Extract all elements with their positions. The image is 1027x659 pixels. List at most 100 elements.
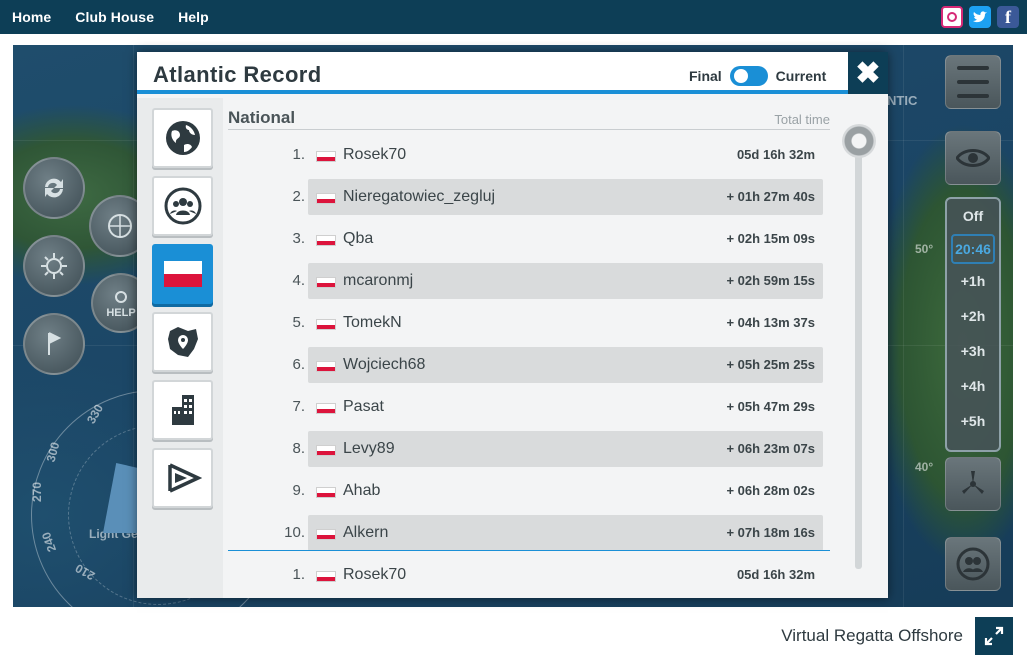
row-rank: 2. — [292, 188, 305, 205]
row-time: + 07h 18m 16s — [726, 525, 815, 540]
row-player-name: Qba — [343, 230, 374, 247]
leaderboard-modal: Atlantic Record Final Current ✖ National — [137, 52, 888, 598]
nav-home[interactable]: Home — [12, 9, 51, 25]
instagram-icon[interactable] — [941, 6, 963, 28]
row-player-name: Wojciech68 — [343, 356, 426, 373]
row-player-name: Rosek70 — [343, 566, 407, 583]
table-row[interactable]: 4. mcaronmj + 02h 59m 15s — [292, 263, 823, 299]
flag-poland-icon — [316, 277, 336, 288]
category-friends[interactable] — [152, 176, 213, 236]
ranking-title: National — [228, 108, 296, 127]
row-rank: 1. — [292, 146, 305, 163]
category-region[interactable] — [152, 312, 213, 372]
help-label: HELP — [106, 307, 136, 319]
category-global[interactable] — [152, 108, 213, 168]
row-player-name: TomekN — [343, 314, 402, 331]
map-pin-icon — [167, 327, 198, 357]
row-time: 05d 16h 32m — [736, 567, 815, 582]
toggle-switch[interactable] — [729, 66, 768, 86]
top-navbar: Home Club House Help f — [0, 0, 1027, 34]
flag-poland-icon — [316, 235, 336, 246]
time-step[interactable]: +1h — [947, 264, 999, 299]
close-button[interactable]: ✖ — [848, 52, 888, 94]
row-rank: 10. — [284, 524, 305, 541]
row-player-name: Ahab — [343, 482, 381, 499]
nav-help[interactable]: Help — [178, 9, 209, 25]
latitude-label: 40° — [915, 460, 934, 474]
flag-poland-icon — [316, 151, 336, 162]
table-row[interactable]: 2. Nieregatowiec_zegluj + 01h 27m 40s — [292, 179, 823, 215]
flag-poland-icon — [316, 529, 336, 540]
buildings-icon — [171, 395, 194, 425]
table-row[interactable]: 9. Ahab + 06h 28m 02s — [292, 473, 823, 509]
scrollbar-track[interactable] — [855, 137, 862, 569]
table-row[interactable]: 8. Levy89 + 06h 23m 07s — [292, 431, 823, 467]
sun-clock-icon[interactable] — [23, 235, 85, 297]
final-current-toggle[interactable]: Final Current — [689, 66, 826, 86]
row-time: + 02h 59m 15s — [726, 273, 815, 288]
eye-icon[interactable] — [945, 131, 1001, 185]
row-player-name: Pasat — [343, 398, 384, 415]
wind-turbine-icon[interactable] — [945, 457, 1001, 511]
facebook-icon[interactable]: f — [997, 6, 1019, 28]
twitter-icon[interactable] — [969, 6, 991, 28]
flag-poland-icon — [316, 445, 336, 456]
players-icon[interactable] — [945, 537, 1001, 591]
row-rank: 8. — [292, 440, 305, 457]
row-player-name: Nieregatowiec_zegluj — [343, 188, 496, 205]
row-rank: 9. — [292, 482, 305, 499]
table-row[interactable]: 3. Qba + 02h 15m 09s — [292, 221, 823, 257]
sun-icon — [115, 291, 127, 303]
nav-club-house[interactable]: Club House — [75, 9, 154, 25]
latitude-label: 50° — [915, 242, 934, 256]
category-city[interactable] — [152, 380, 213, 440]
row-rank: 4. — [292, 272, 305, 289]
time-step[interactable]: +2h — [947, 299, 999, 334]
time-step[interactable]: +4h — [947, 369, 999, 404]
social-links: f — [941, 6, 1019, 28]
time-step[interactable]: +5h — [947, 404, 999, 439]
category-team[interactable] — [152, 448, 213, 508]
flag-poland-icon — [316, 361, 336, 372]
game-title: Virtual Regatta Offshore — [781, 626, 963, 645]
row-time: + 04h 13m 37s — [726, 315, 815, 330]
compass-tick: 270 — [30, 481, 45, 503]
table-row[interactable]: 7. Pasat + 05h 47m 29s — [292, 389, 823, 425]
flag-poland-icon — [316, 193, 336, 204]
row-player-name: Levy89 — [343, 440, 395, 457]
time-step[interactable]: +3h — [947, 334, 999, 369]
row-rank: 1. — [292, 566, 305, 583]
row-player-name: Alkern — [343, 524, 389, 541]
flag-poland-icon — [316, 571, 336, 582]
ranking-list: National Total time 1. Rosek70 05d 16h 3… — [228, 98, 832, 598]
self-rank-row[interactable]: 1. Rosek70 05d 16h 32m — [292, 557, 823, 593]
row-time: + 06h 23m 07s — [726, 441, 815, 456]
row-time: + 05h 47m 29s — [726, 399, 815, 414]
globe-icon — [165, 121, 200, 155]
map-gridline — [903, 45, 904, 607]
table-row[interactable]: 5. TomekN + 04h 13m 37s — [292, 305, 823, 341]
time-off[interactable]: Off — [947, 199, 999, 234]
table-row[interactable]: 10. Alkern + 07h 18m 16s — [284, 515, 823, 551]
scrollbar-thumb[interactable] — [842, 124, 876, 158]
table-row[interactable]: 6. Wojciech68 + 05h 25m 25s — [292, 347, 823, 383]
menu-icon[interactable] — [945, 55, 1001, 109]
map-region-label: NTIC — [887, 93, 918, 108]
time-forecast-bar: Off 20:46 +1h +2h +3h +4h +5h — [945, 197, 1001, 452]
ranking-header: National Total time — [228, 104, 830, 130]
flag-poland-icon — [316, 403, 336, 414]
row-player-name: Rosek70 — [343, 146, 407, 163]
toggle-final-label: Final — [689, 68, 722, 84]
refresh-route-icon[interactable] — [23, 157, 85, 219]
row-time: + 01h 27m 40s — [726, 189, 815, 204]
table-row[interactable]: 1. Rosek70 05d 16h 32m — [292, 137, 823, 173]
time-now[interactable]: 20:46 — [951, 234, 995, 264]
category-national[interactable] — [152, 244, 213, 304]
group-icon — [164, 187, 201, 225]
row-time: + 05h 25m 25s — [726, 357, 815, 372]
row-rank: 7. — [292, 398, 305, 415]
row-time: 05d 16h 32m — [736, 147, 815, 162]
expand-icon[interactable] — [975, 617, 1013, 655]
waypoint-flag-icon[interactable] — [23, 313, 85, 375]
row-time: + 06h 28m 02s — [726, 483, 815, 498]
